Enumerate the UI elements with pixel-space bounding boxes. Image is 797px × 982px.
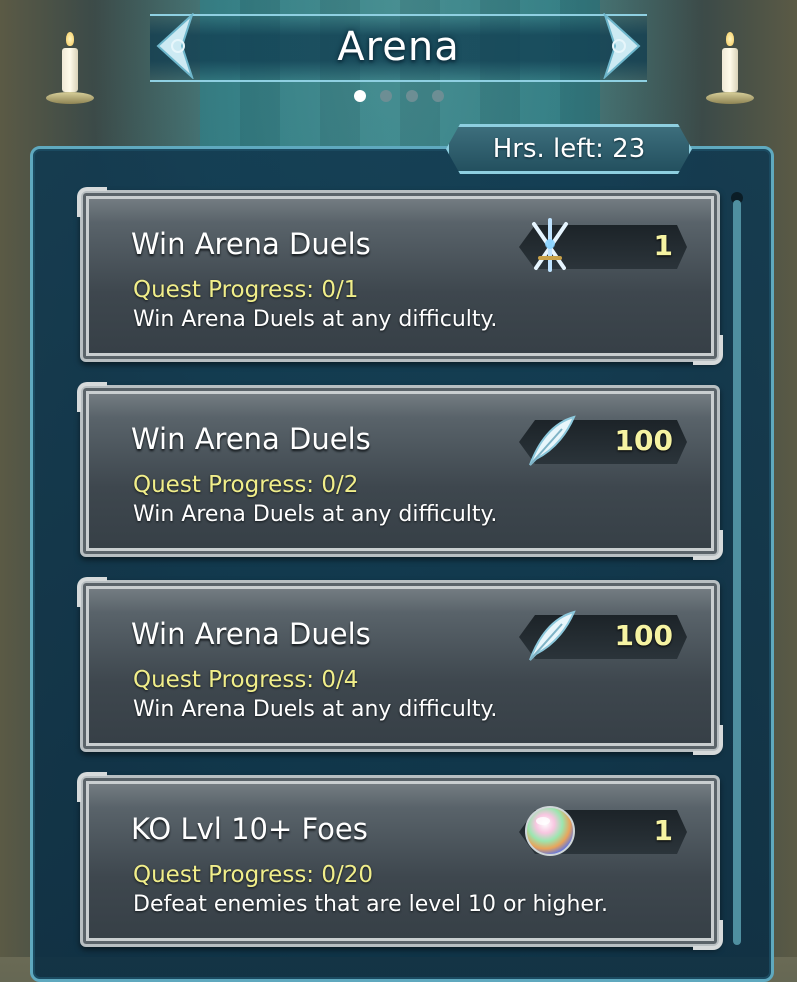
orb-icon xyxy=(521,802,579,860)
quest-description: Win Arena Duels at any difficulty. xyxy=(133,697,498,722)
quest-title: Win Arena Duels xyxy=(131,227,371,261)
feather-icon xyxy=(521,607,579,665)
quest-progress: Quest Progress: 0/20 xyxy=(133,862,374,888)
quest-description: Win Arena Duels at any difficulty. xyxy=(133,502,498,527)
quest-description: Win Arena Duels at any difficulty. xyxy=(133,307,498,332)
page-dot-1[interactable] xyxy=(353,90,366,102)
page-title: Arena xyxy=(337,24,460,70)
hours-left-badge: Hrs. left: 23 xyxy=(446,124,692,174)
quest-progress: Quest Progress: 0/2 xyxy=(133,472,359,498)
quest-card[interactable]: Win Arena Duels 100 Quest Progress: 0/2 … xyxy=(77,382,723,560)
quest-card[interactable]: KO Lvl 10+ Foes 1 Quest Progress: 0/20 D… xyxy=(77,772,723,950)
quest-progress: Quest Progress: 0/4 xyxy=(133,667,359,693)
feather-icon xyxy=(521,412,579,470)
quest-description: Defeat enemies that are level 10 or high… xyxy=(133,892,608,917)
reward-amount: 1 xyxy=(653,814,673,847)
page-indicator[interactable] xyxy=(0,90,797,102)
scrollbar[interactable] xyxy=(733,200,741,945)
page-dot-2[interactable] xyxy=(379,90,392,102)
quest-progress: Quest Progress: 0/1 xyxy=(133,277,359,303)
quest-title: KO Lvl 10+ Foes xyxy=(131,812,368,846)
quest-title: Win Arena Duels xyxy=(131,617,371,651)
reward-amount: 100 xyxy=(614,424,673,457)
duel-swords-icon xyxy=(521,217,579,275)
page-dot-4[interactable] xyxy=(431,90,444,102)
quest-card[interactable]: Win Arena Duels 100 Quest Progress: 0/4 … xyxy=(77,577,723,755)
page-dot-3[interactable] xyxy=(405,90,418,102)
reward-amount: 1 xyxy=(653,229,673,262)
quest-title: Win Arena Duels xyxy=(131,422,371,456)
title-bar: Arena xyxy=(0,10,797,82)
reward-amount: 100 xyxy=(614,619,673,652)
quest-card[interactable]: Win Arena Duels 1 Quest Progress: 0/1 Wi… xyxy=(77,187,723,365)
